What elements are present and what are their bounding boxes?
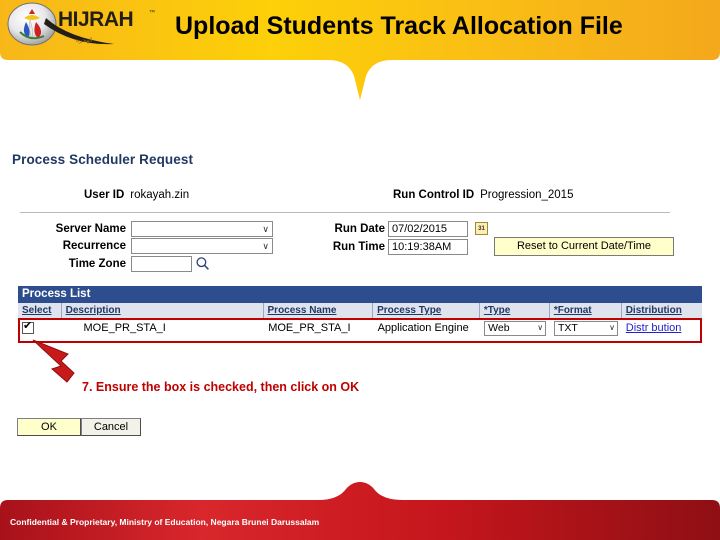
select-checkbox[interactable] — [22, 320, 34, 335]
server-name-label: Server Name — [55, 223, 126, 235]
column-header-format[interactable]: *Format — [550, 303, 622, 318]
row-process-type: Application Engine — [377, 322, 469, 334]
column-header-distribution[interactable]: Distribution — [622, 303, 702, 318]
user-id-value: rokayah.zin — [130, 189, 190, 201]
format-select[interactable]: TXT ∨ — [554, 320, 619, 336]
time-zone-label: Time Zone — [68, 258, 126, 270]
run-time-input[interactable]: 10:19:38AM — [388, 239, 468, 255]
row-process-name: MOE_PR_STA_I — [268, 322, 351, 334]
cancel-button[interactable]: Cancel — [81, 418, 141, 436]
header-banner: HIJRAH ™ الهجرة Upload Students Track Al… — [0, 0, 720, 100]
server-name-select[interactable]: ∨ — [131, 221, 273, 237]
run-control-id-label: Run Control ID — [393, 189, 475, 201]
row-distribution-cell: Distr bution — [622, 318, 702, 339]
user-id-field: User ID rokayah.zin — [84, 189, 189, 201]
column-header-process-name[interactable]: Process Name — [264, 303, 374, 318]
run-date-input[interactable]: 07/02/2015 — [388, 221, 468, 237]
column-header-select[interactable]: Select — [18, 303, 62, 318]
chevron-down-icon: ∨ — [262, 223, 269, 234]
row-format-cell: TXT ∨ — [550, 318, 622, 339]
chevron-down-icon: ∨ — [537, 323, 544, 333]
column-header-process-type[interactable]: Process Type — [373, 303, 480, 318]
instruction-callout: 7. Ensure the box is checked, then click… — [82, 380, 360, 394]
recurrence-select[interactable]: ∨ — [131, 238, 273, 254]
user-id-label: User ID — [84, 189, 125, 201]
process-list-title: Process List — [18, 286, 702, 303]
row-description: MOE_PR_STA_I — [83, 322, 166, 334]
footer-shape — [0, 482, 720, 540]
scheduler-fields: Server Name ∨ Recurrence ∨ Time Zone Run… — [0, 220, 720, 288]
format-select-value: TXT — [558, 322, 578, 335]
run-control-id-field: Run Control ID Progression_2015 — [393, 189, 573, 201]
type-select[interactable]: Web ∨ — [484, 320, 547, 336]
ok-button[interactable]: OK — [17, 418, 81, 436]
recurrence-label: Recurrence — [62, 240, 126, 252]
divider — [20, 212, 670, 213]
search-icon[interactable] — [195, 256, 210, 271]
calendar-icon[interactable]: 31 — [475, 222, 488, 235]
process-list-header-row: Select Description Process Name Process … — [18, 303, 702, 318]
identity-row: User ID rokayah.zin Run Control ID Progres… — [0, 189, 700, 207]
footer: Confidential & Proprietary, Ministry of … — [0, 482, 720, 540]
type-select-value: Web — [488, 322, 510, 335]
distribution-link[interactable]: Distr bution — [626, 322, 682, 334]
svg-text:الهجرة: الهجرة — [76, 37, 93, 44]
svg-text:™: ™ — [149, 9, 155, 16]
column-header-type[interactable]: *Type — [480, 303, 550, 318]
run-control-id-value: Progression_2015 — [480, 189, 574, 201]
row-type-cell: Web ∨ — [480, 318, 550, 339]
process-list: Process List Select Description Process … — [18, 286, 702, 339]
reset-to-current-datetime-button[interactable]: Reset to Current Date/Time — [494, 237, 674, 256]
column-header-description[interactable]: Description — [62, 303, 264, 318]
footer-text: Confidential & Proprietary, Ministry of … — [10, 517, 320, 527]
red-arrow-annotation — [32, 339, 75, 383]
table-row: MOE_PR_STA_I MOE_PR_STA_I Application En… — [18, 318, 702, 339]
chevron-down-icon: ∨ — [609, 323, 616, 333]
run-date-label: Run Date — [334, 223, 385, 235]
section-title: Process Scheduler Request — [12, 152, 194, 167]
time-zone-input[interactable] — [131, 256, 192, 272]
page-title: Upload Students Track Allocation File — [175, 12, 623, 40]
chevron-down-icon: ∨ — [262, 240, 269, 251]
logo-wordmark: HIJRAH — [58, 8, 133, 31]
slide: HIJRAH ™ الهجرة Upload Students Track Al… — [0, 0, 720, 540]
hijrah-logo: HIJRAH ™ الهجرة — [7, 2, 155, 46]
run-time-label: Run Time — [332, 241, 385, 253]
